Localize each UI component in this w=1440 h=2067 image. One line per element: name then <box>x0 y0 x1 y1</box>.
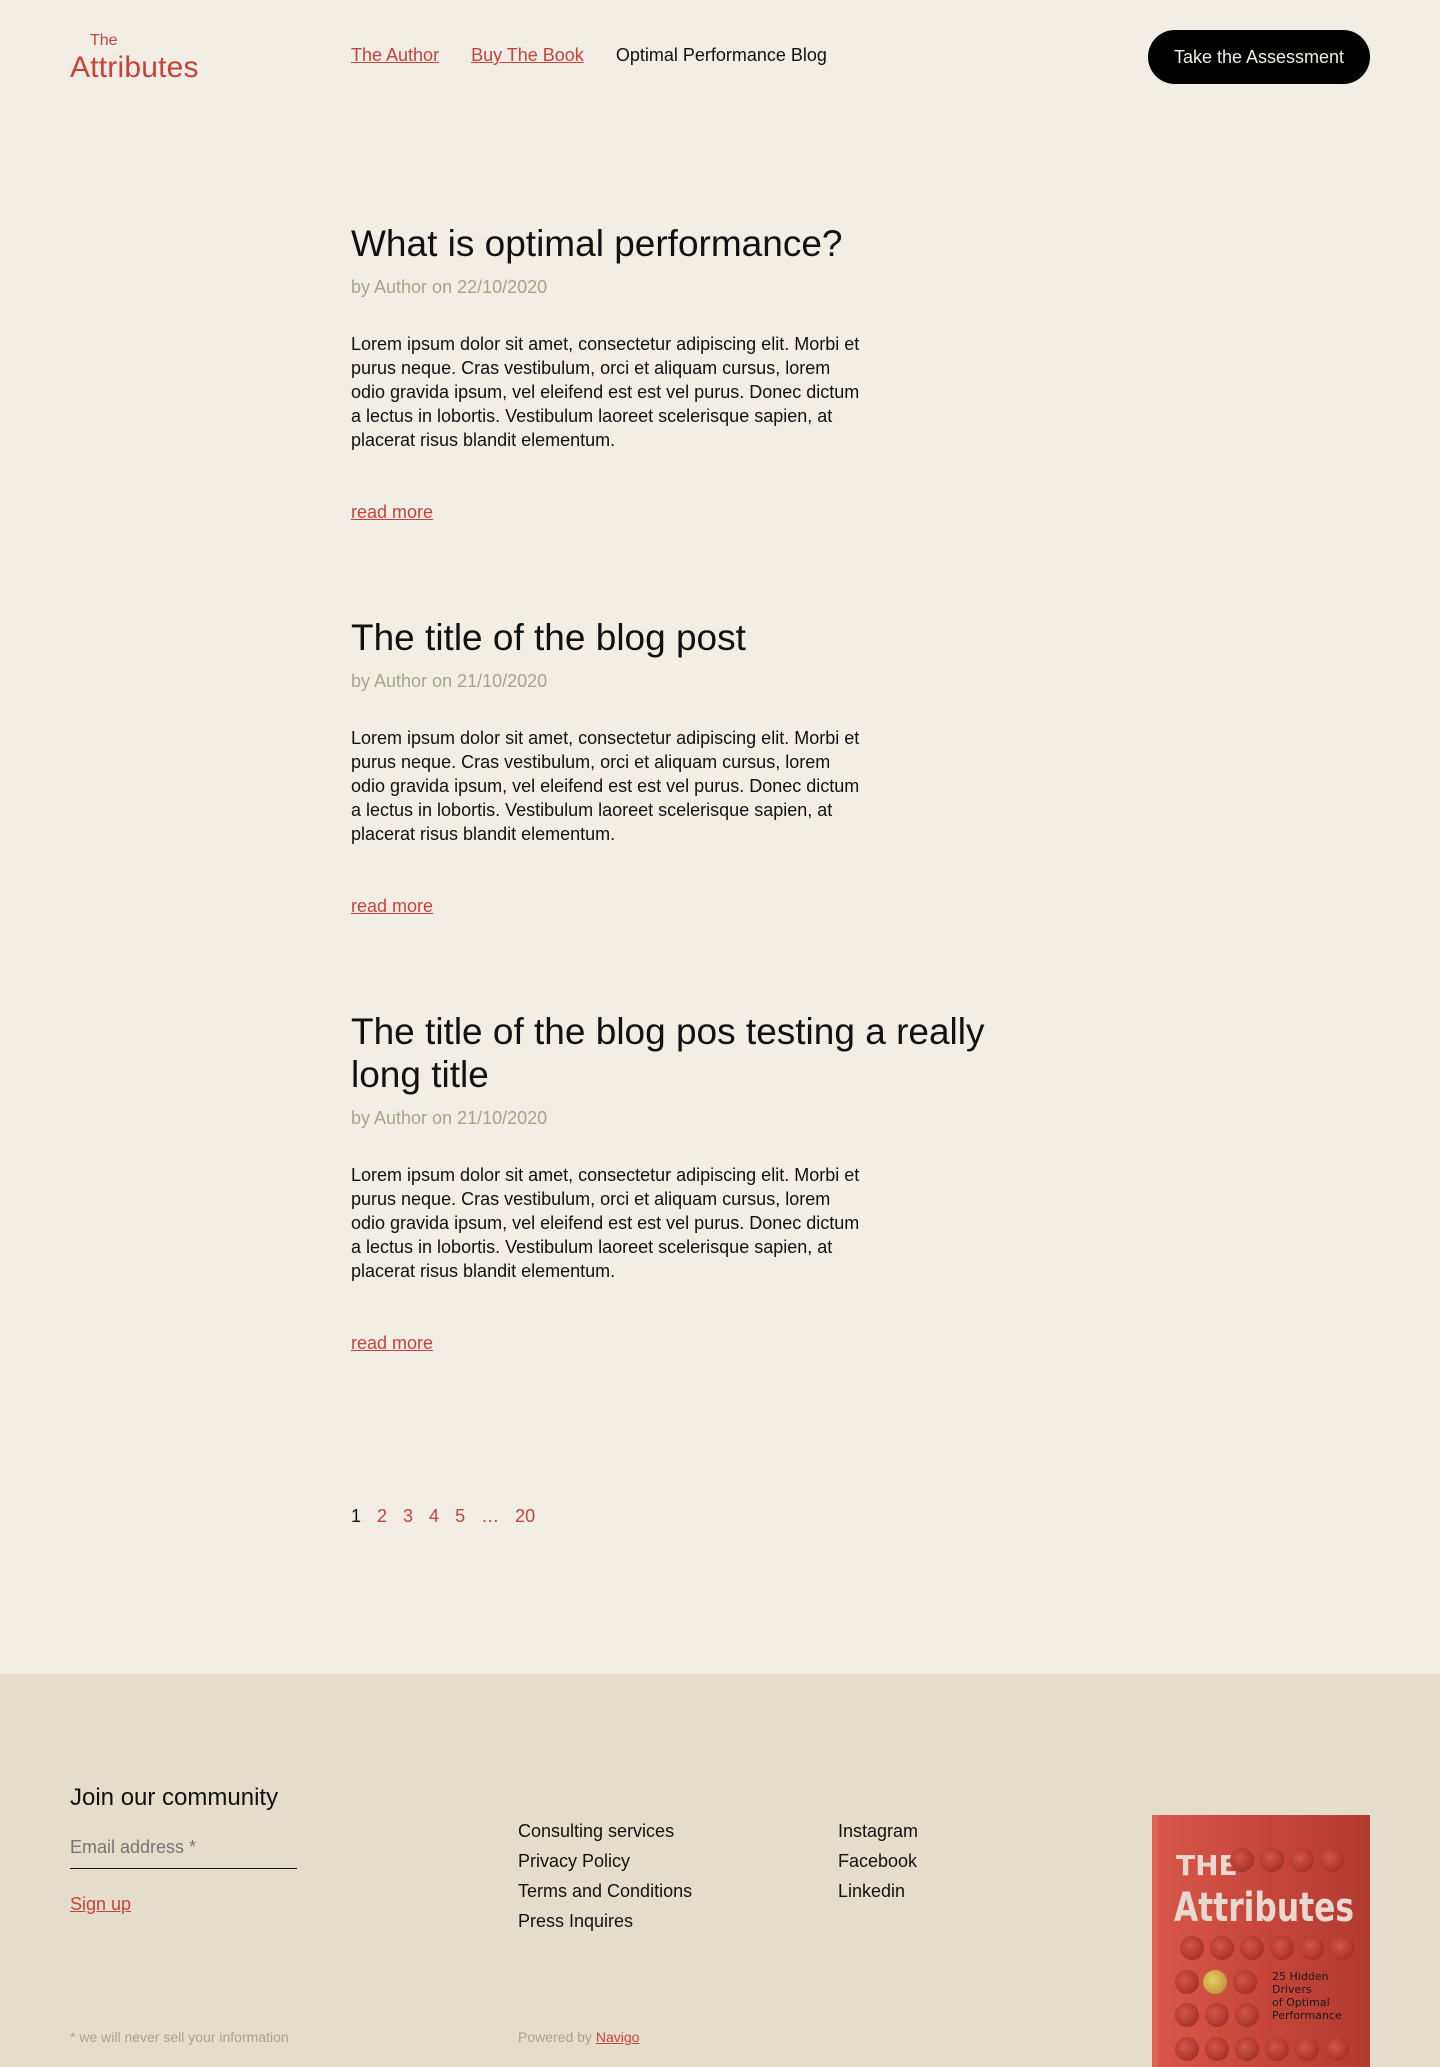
page-link[interactable]: 4 <box>429 1506 439 1527</box>
powered-by: Powered by Navigo <box>518 2029 639 2045</box>
signup-link[interactable]: Sign up <box>70 1894 131 1915</box>
footer-links-col1: Consulting services Privacy Policy Terms… <box>518 1816 692 1936</box>
page-ellipsis: … <box>481 1506 500 1526</box>
email-field[interactable] <box>70 1837 297 1869</box>
post-title[interactable]: The title of the blog pos testing a real… <box>351 1010 1011 1096</box>
footer-link-consulting[interactable]: Consulting services <box>518 1816 692 1846</box>
read-more-link[interactable]: read more <box>351 896 433 917</box>
main-nav: The Author Buy The Book Optimal Performa… <box>351 45 827 66</box>
footer-link-instagram[interactable]: Instagram <box>838 1816 918 1846</box>
book-cover-text: THE <box>1176 1849 1238 1882</box>
footer-link-facebook[interactable]: Facebook <box>838 1846 918 1876</box>
blog-post: The title of the blog post by Author on … <box>351 616 1011 917</box>
powered-link[interactable]: Navigo <box>596 2029 640 2045</box>
page-link[interactable]: 3 <box>403 1506 413 1527</box>
post-title[interactable]: What is optimal performance? <box>351 222 1011 265</box>
footer-link-press[interactable]: Press Inquires <box>518 1906 692 1936</box>
privacy-note: * we will never sell your information <box>70 2029 289 2045</box>
page-link[interactable]: 5 <box>455 1506 465 1527</box>
page-link[interactable]: 2 <box>377 1506 387 1527</box>
book-cover-text: Drivers <box>1272 1983 1312 1996</box>
site-footer: Join our community Sign up * we will nev… <box>0 1674 1440 2067</box>
footer-link-privacy[interactable]: Privacy Policy <box>518 1846 692 1876</box>
logo-prefix: The <box>90 32 118 49</box>
footer-links-col2: Instagram Facebook Linkedin <box>838 1816 918 1906</box>
site-logo[interactable]: The Attributes <box>70 33 199 83</box>
nav-buy-the-book[interactable]: Buy The Book <box>471 45 584 66</box>
post-title[interactable]: The title of the blog post <box>351 616 1011 659</box>
page-link[interactable]: 20 <box>515 1506 535 1527</box>
powered-prefix: Powered by <box>518 2029 596 2045</box>
post-excerpt: Lorem ipsum dolor sit amet, consectetur … <box>351 1165 860 1281</box>
pagination: 1 2 3 4 5 … 20 <box>351 1506 535 1527</box>
post-excerpt: Lorem ipsum dolor sit amet, consectetur … <box>351 334 860 450</box>
blog-post: What is optimal performance? by Author o… <box>351 222 1011 523</box>
post-meta: by Author on 21/10/2020 <box>351 671 548 691</box>
read-more-link[interactable]: read more <box>351 502 433 523</box>
page-current: 1 <box>351 1506 362 1526</box>
book-cover-text: of Optimal <box>1272 1996 1330 2009</box>
book-cover-text: Attributes <box>1174 1885 1354 1931</box>
blog-post: The title of the blog pos testing a real… <box>351 1010 1011 1354</box>
nav-the-author[interactable]: The Author <box>351 45 439 66</box>
book-cover-text: Performance <box>1272 2009 1342 2022</box>
read-more-link[interactable]: read more <box>351 1333 433 1354</box>
nav-optimal-performance-blog[interactable]: Optimal Performance Blog <box>616 45 827 66</box>
post-meta: by Author on 21/10/2020 <box>351 1108 548 1128</box>
newsletter-title: Join our community <box>70 1784 279 1811</box>
book-cover-text: 25 Hidden <box>1272 1970 1329 1983</box>
site-header: The Attributes The Author Buy The Book O… <box>0 0 1440 112</box>
footer-link-linkedin[interactable]: Linkedin <box>838 1876 918 1906</box>
footer-link-terms[interactable]: Terms and Conditions <box>518 1876 692 1906</box>
post-excerpt: Lorem ipsum dolor sit amet, consectetur … <box>351 728 860 844</box>
book-cover-image[interactable]: THE Attributes 25 Hidden Drivers of Opti… <box>1152 1815 1370 2067</box>
logo-title: Attributes <box>70 51 199 84</box>
post-meta: by Author on 22/10/2020 <box>351 277 548 297</box>
take-assessment-button[interactable]: Take the Assessment <box>1148 30 1370 84</box>
